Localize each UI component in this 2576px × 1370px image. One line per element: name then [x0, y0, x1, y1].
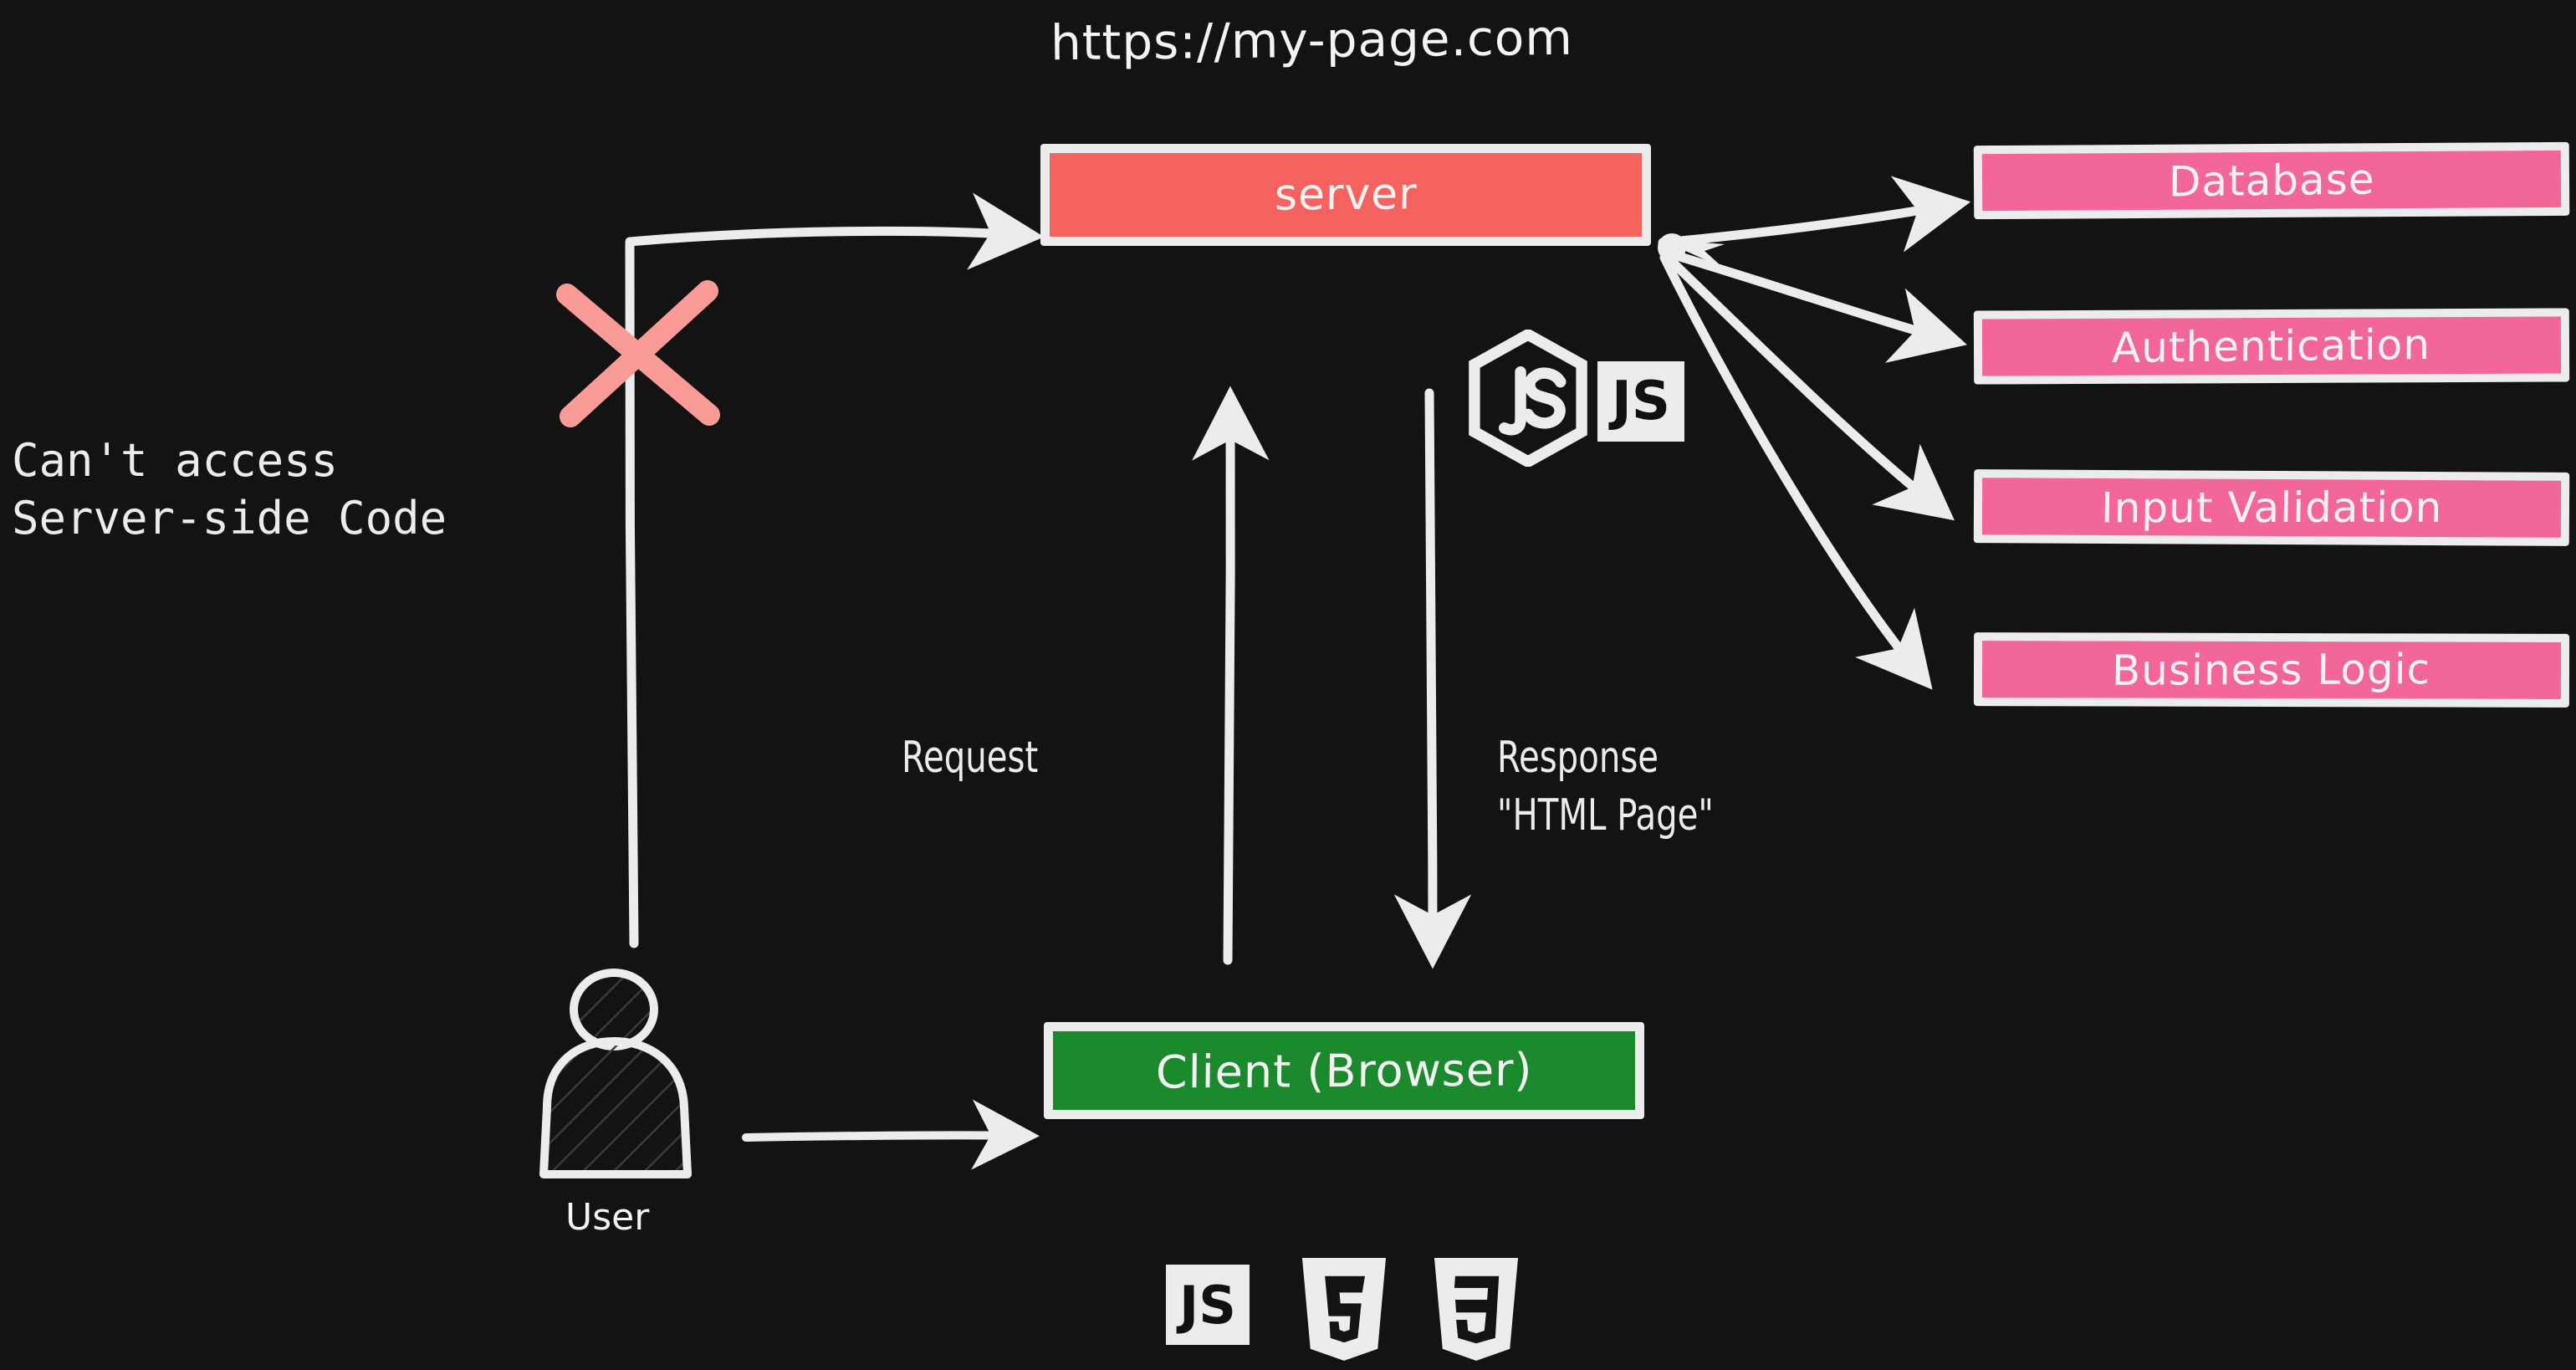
js-badge-text: JS — [1612, 371, 1670, 432]
connector-user-to-client — [742, 1099, 1040, 1170]
service-label: Authentication — [2112, 319, 2431, 373]
diagram-canvas: server Client (Browser) Database Authent… — [0, 0, 2576, 1370]
service-label: Database — [2168, 155, 2375, 207]
user-figure-icon — [539, 969, 692, 1178]
css3-logo-icon — [1430, 1258, 1522, 1362]
javascript-logo-icon: JS — [1597, 361, 1684, 442]
node-client-label: Client (Browser) — [1155, 1042, 1533, 1099]
connector-server-to-services — [1658, 176, 1971, 690]
node-service-business-logic[interactable]: Business Logic — [1973, 632, 2570, 708]
connector-response — [1393, 388, 1472, 969]
service-label: Business Logic — [2112, 645, 2431, 695]
no-access-annotation: Can't access Server-side Code — [12, 434, 447, 545]
nodejs-logo-icon — [1465, 328, 1591, 468]
javascript-logo-icon: JS — [1166, 1265, 1250, 1345]
node-service-database[interactable]: Database — [1973, 141, 2570, 220]
node-service-authentication[interactable]: Authentication — [1973, 308, 2570, 385]
user-label: User — [565, 1196, 650, 1239]
connector-request — [1192, 386, 1270, 965]
page-url-title: https://my-page.com — [1050, 8, 1574, 72]
js-badge-text: JS — [1179, 1274, 1236, 1336]
response-label: Response "HTML Page" — [1497, 733, 1714, 841]
blocked-cross-icon — [556, 280, 720, 427]
node-server-label: server — [1274, 169, 1418, 221]
request-label: Request — [902, 733, 1039, 783]
service-label: Input Validation — [2100, 483, 2443, 533]
connector-user-to-server — [625, 192, 1045, 948]
node-service-input-validation[interactable]: Input Validation — [1973, 469, 2570, 546]
html5-logo-icon — [1298, 1258, 1390, 1362]
node-client-browser[interactable]: Client (Browser) — [1044, 1022, 1644, 1119]
node-server[interactable]: server — [1040, 144, 1651, 246]
